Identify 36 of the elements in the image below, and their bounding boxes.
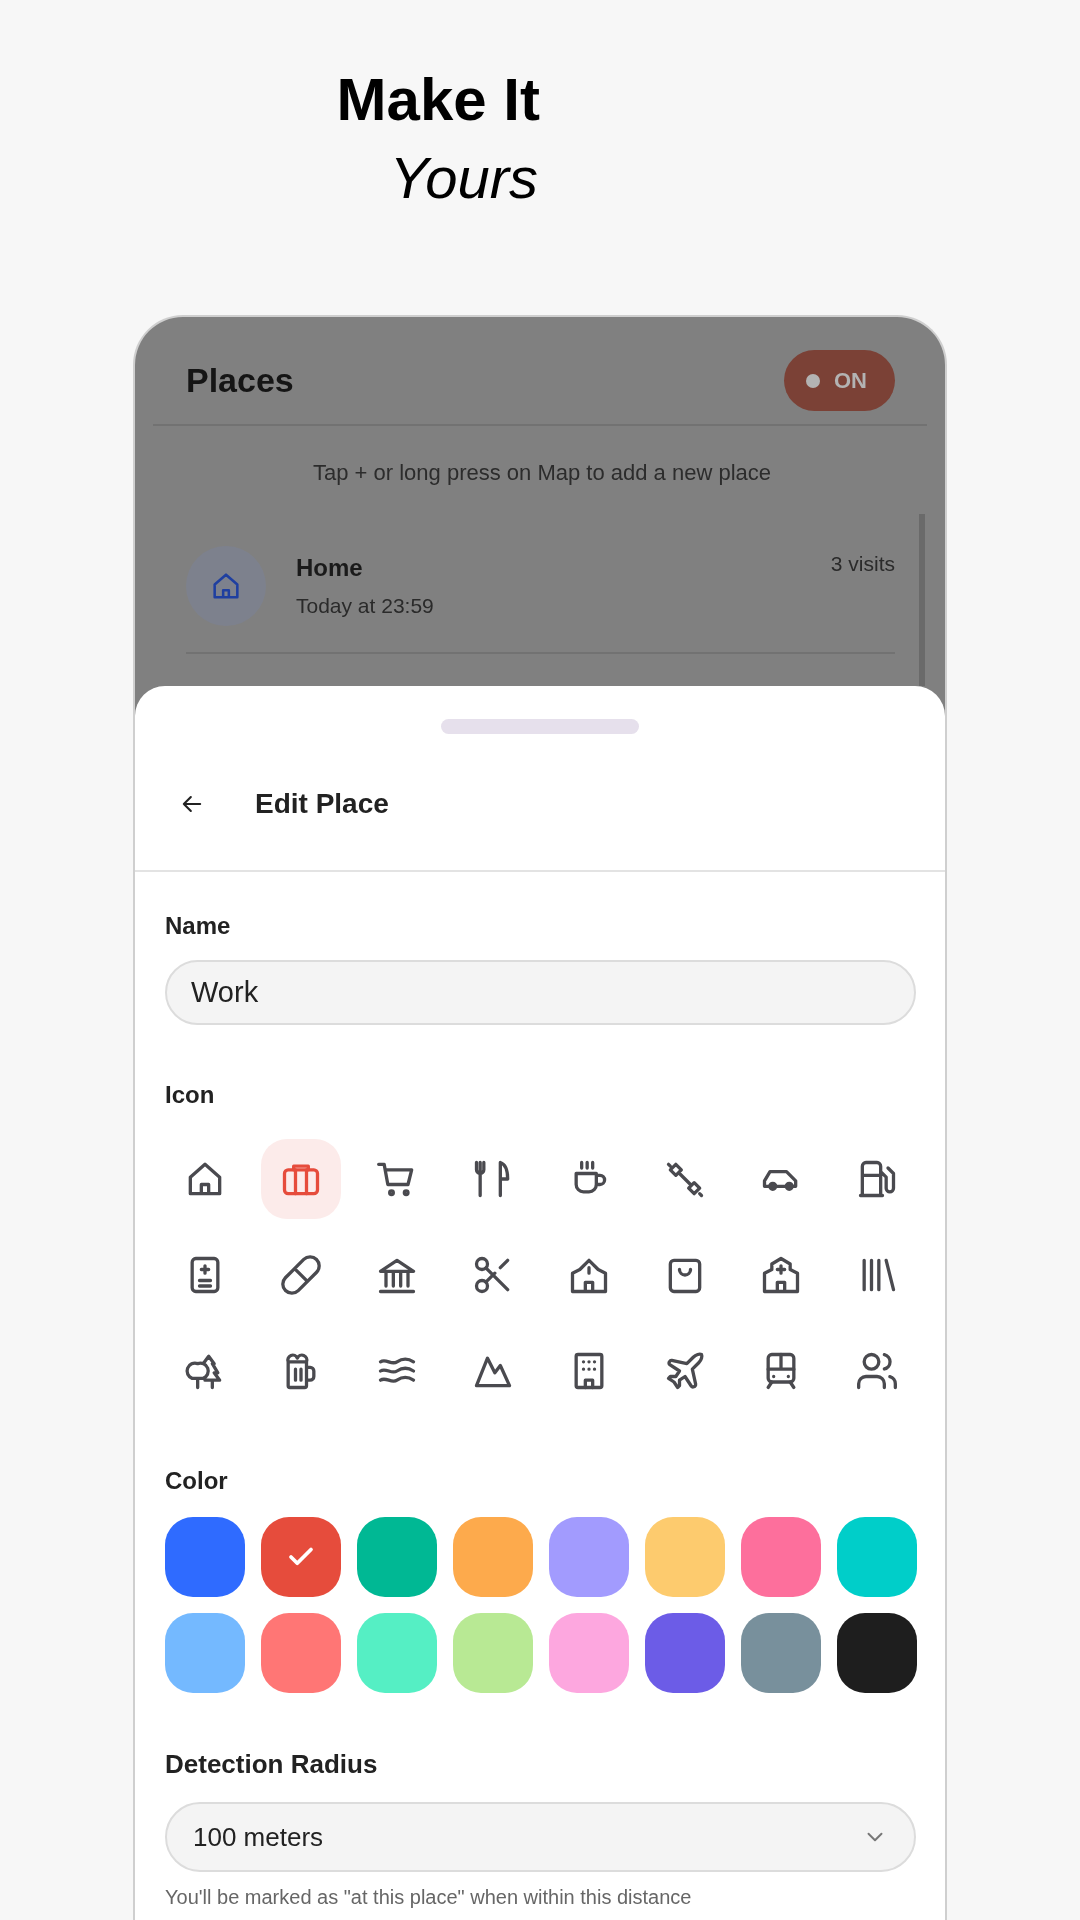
headline: Make It (336, 65, 540, 135)
hint-text: Tap + or long press on Map to add a new place (312, 460, 772, 486)
field-label: Name (165, 912, 232, 940)
visit-count: 3 visits (830, 552, 895, 576)
color-swatch[interactable] (645, 1517, 725, 1597)
color-swatch[interactable] (357, 1517, 437, 1597)
color-swatch[interactable] (837, 1613, 917, 1693)
color-swatch[interactable] (837, 1517, 917, 1597)
color-swatch[interactable] (741, 1613, 821, 1693)
color-swatch[interactable] (165, 1613, 245, 1693)
color-swatch[interactable] (453, 1517, 533, 1597)
drag-handle[interactable] (441, 719, 639, 734)
color-swatch[interactable] (741, 1517, 821, 1597)
section-label: Detection Radius (165, 1749, 379, 1780)
place-time: Today at 23:59 (296, 594, 435, 618)
icon-option[interactable] (261, 1139, 341, 1219)
place-name: Home (296, 554, 364, 582)
section-label: Icon (165, 1081, 216, 1109)
screen-title: Places (186, 361, 294, 400)
color-swatch[interactable] (165, 1517, 245, 1597)
toggle-button[interactable]: ON (784, 350, 895, 411)
pill-icon (279, 1253, 323, 1297)
section-label: Color (165, 1467, 229, 1495)
name-field[interactable]: Work (165, 960, 916, 1025)
helper-text: You'll be marked as "at this place" when within this distance (165, 1886, 693, 1909)
color-swatch[interactable] (549, 1613, 629, 1693)
color-swatch[interactable] (357, 1613, 437, 1693)
sheet-title: Edit Place (255, 787, 389, 820)
color-swatch[interactable] (453, 1613, 533, 1693)
color-swatch[interactable] (645, 1613, 725, 1693)
place-row[interactable]: Home Today at 23:59 3 visits (186, 546, 895, 654)
color-swatch[interactable] (261, 1517, 341, 1597)
color-swatch[interactable] (261, 1613, 341, 1693)
color-swatch[interactable] (549, 1517, 629, 1597)
headline-subtitle: Yours (389, 144, 538, 212)
radius-dropdown[interactable]: 100 meters (165, 1802, 916, 1872)
